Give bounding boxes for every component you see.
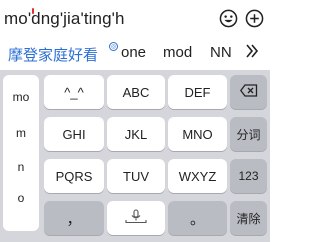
tuv-key-label: TUV: [123, 168, 149, 184]
abc-key[interactable]: ABC: [107, 75, 165, 109]
period-key-label: 。: [189, 210, 205, 228]
punctuation-key-label: ^_^: [64, 84, 84, 100]
segment-key[interactable]: 分词: [230, 117, 267, 151]
clear-key-label: 清除: [236, 211, 261, 226]
tuv-key[interactable]: TUV: [107, 159, 165, 193]
side-item-3[interactable]: o: [3, 191, 39, 205]
period-key[interactable]: 。: [168, 201, 227, 235]
smiley-face-icon[interactable]: [218, 8, 238, 28]
segment-key-label: 分词: [236, 127, 261, 142]
composing-bar: mo'dng'jia'ting'h: [0, 0, 270, 38]
ghi-key-label: GHI: [62, 126, 86, 142]
jkl-key-label: JKL: [124, 126, 148, 142]
candidate-1[interactable]: one: [121, 44, 146, 61]
pqrs-key[interactable]: PQRS: [44, 159, 104, 193]
candidate-info-icon: ◎: [109, 42, 118, 51]
abc-key-label: ABC: [122, 84, 150, 100]
mno-key[interactable]: MNO: [168, 117, 227, 151]
clear-key[interactable]: 清除: [230, 201, 267, 235]
composing-text: mo'dng'jia'ting'h: [4, 9, 125, 28]
keyboard-panel: mo m n o ^_^ ABC DEF GHI JKL MNO 分词 PQRS…: [0, 70, 270, 242]
punctuation-key[interactable]: ^_^: [44, 75, 104, 109]
mno-key-label: MNO: [182, 126, 213, 142]
number-key[interactable]: 123: [230, 159, 267, 193]
side-item-0[interactable]: mo: [3, 90, 39, 104]
backspace-icon: [239, 84, 258, 100]
pqrs-key-label: PQRS: [55, 168, 93, 184]
candidate-3[interactable]: NN: [210, 44, 232, 61]
composing-caret: [32, 8, 34, 14]
side-item-2[interactable]: n: [3, 160, 39, 174]
circle-plus-icon[interactable]: [244, 8, 264, 28]
wxyz-key-label: WXYZ: [178, 168, 217, 184]
def-key-label: DEF: [184, 84, 211, 100]
ghi-key[interactable]: GHI: [44, 117, 104, 151]
candidate-0[interactable]: 摩登家庭好看: [8, 44, 98, 65]
candidate-2[interactable]: mod: [163, 44, 192, 61]
microphone-icon: [124, 208, 148, 228]
jkl-key[interactable]: JKL: [107, 117, 165, 151]
comma-key[interactable]: ，: [44, 201, 104, 235]
side-item-1[interactable]: m: [3, 126, 39, 140]
backspace-key[interactable]: [230, 75, 267, 109]
def-key[interactable]: DEF: [168, 75, 227, 109]
comma-key-label: ，: [66, 210, 82, 228]
number-key-label: 123: [238, 169, 259, 183]
double-chevron-right-icon[interactable]: [245, 43, 259, 64]
candidate-bar: 摩登家庭好看 ◎ one mod NN: [0, 38, 270, 68]
space-key[interactable]: [107, 201, 165, 235]
wxyz-key[interactable]: WXYZ: [168, 159, 227, 193]
syllable-side-list[interactable]: mo m n o: [3, 75, 39, 231]
